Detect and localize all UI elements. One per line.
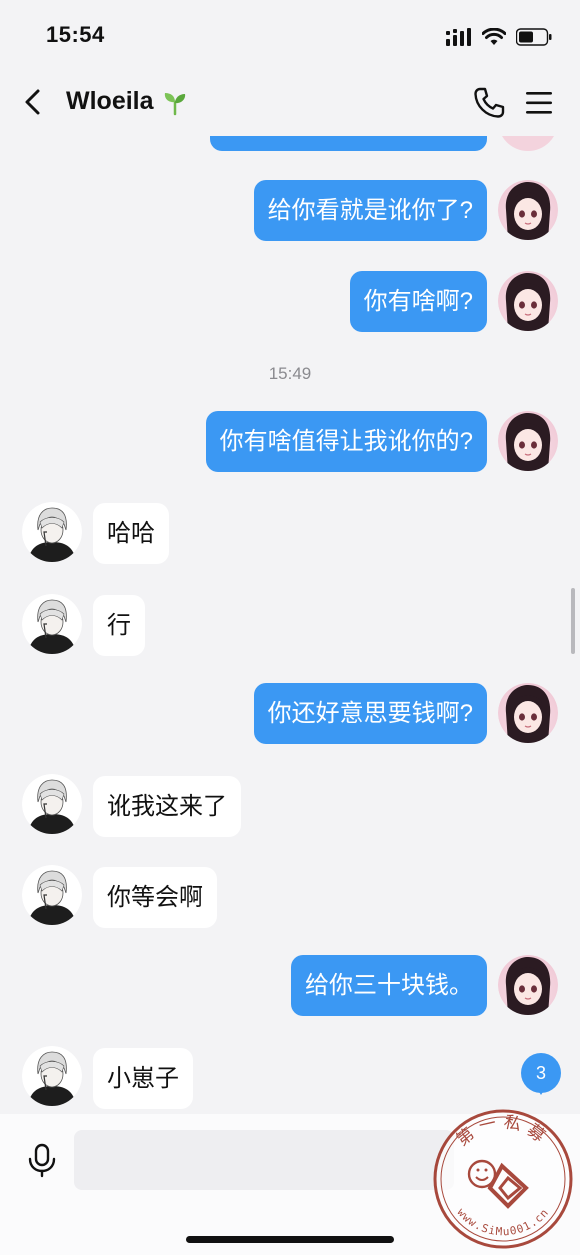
contact-avatar[interactable] bbox=[22, 1046, 82, 1106]
status-bar: 15:54 bbox=[0, 0, 580, 70]
message-bubble[interactable]: 你等会啊 bbox=[93, 867, 217, 928]
message-bubble[interactable]: 小崽子 bbox=[93, 1048, 193, 1109]
mic-icon[interactable] bbox=[24, 1142, 60, 1178]
sprout-icon bbox=[164, 93, 186, 116]
message-bubble[interactable]: 给你三十块钱。 bbox=[291, 955, 487, 1016]
menu-icon[interactable] bbox=[524, 89, 554, 117]
home-indicator bbox=[186, 1236, 394, 1243]
status-time: 15:54 bbox=[46, 22, 105, 47]
watermark-seal: 第一私募 www.SiMu001.cn bbox=[433, 1109, 573, 1249]
status-icons bbox=[446, 26, 552, 48]
my-avatar[interactable] bbox=[498, 136, 558, 151]
message-bubble[interactable]: 行 bbox=[93, 595, 145, 656]
message-bubble[interactable]: 你还好意思要钱啊? bbox=[253, 683, 487, 744]
message-bubble[interactable]: 哈哈 bbox=[93, 503, 169, 564]
message-bubble[interactable]: 讹我这来了 bbox=[93, 776, 241, 837]
back-icon[interactable] bbox=[16, 84, 52, 120]
contact-avatar[interactable] bbox=[22, 865, 82, 925]
chat-header: Wloeila bbox=[0, 70, 580, 136]
message-bubble-partial bbox=[210, 136, 487, 151]
phone-icon[interactable] bbox=[472, 86, 506, 120]
battery-icon bbox=[516, 28, 552, 46]
message-bubble[interactable]: 给你看就是讹你了? bbox=[253, 180, 487, 241]
message-bubble[interactable]: 你有啥值得让我讹你的? bbox=[205, 411, 487, 472]
chat-area[interactable]: 给你看就是讹你了? 你有啥啊? 15:49 你有啥值得让我讹你的? 哈哈 行 你… bbox=[0, 136, 580, 1114]
contact-name[interactable]: Wloeila bbox=[66, 87, 154, 116]
contact-avatar[interactable] bbox=[22, 594, 82, 654]
wifi-icon bbox=[482, 28, 506, 45]
contact-avatar[interactable] bbox=[22, 774, 82, 834]
my-avatar[interactable] bbox=[498, 271, 558, 331]
my-avatar[interactable] bbox=[498, 683, 558, 743]
message-input[interactable] bbox=[74, 1130, 454, 1190]
signal-icon bbox=[446, 28, 471, 46]
scrollbar[interactable] bbox=[571, 588, 575, 654]
my-avatar[interactable] bbox=[498, 180, 558, 240]
contact-avatar[interactable] bbox=[22, 502, 82, 562]
timestamp: 15:49 bbox=[268, 364, 312, 383]
message-bubble[interactable]: 你有啥啊? bbox=[349, 271, 487, 332]
my-avatar[interactable] bbox=[498, 955, 558, 1015]
unread-badge[interactable]: 3 bbox=[521, 1053, 561, 1095]
my-avatar[interactable] bbox=[498, 411, 558, 471]
